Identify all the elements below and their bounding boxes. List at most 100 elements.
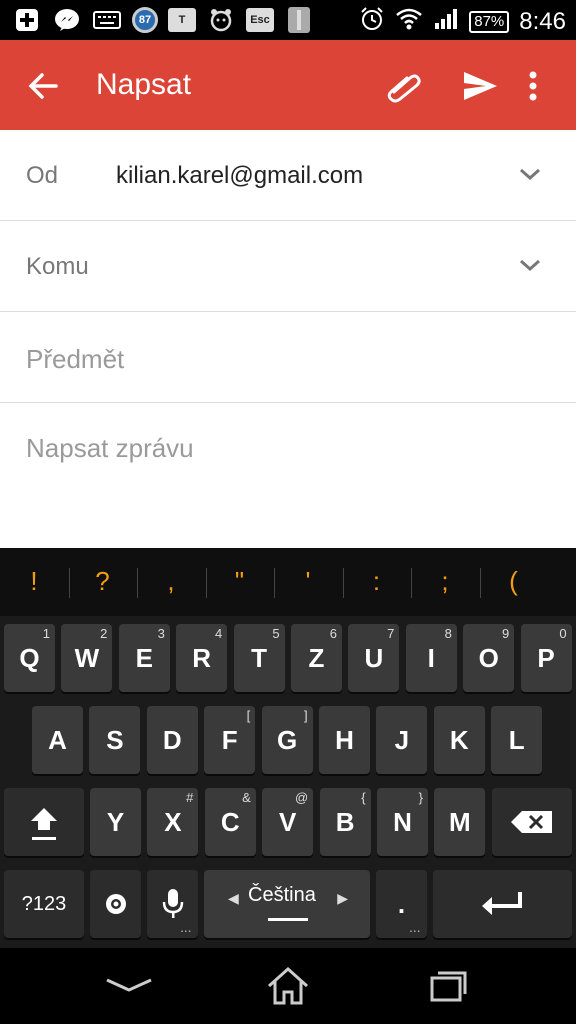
t-app-icon: T [168,8,196,32]
key-g[interactable]: G] [261,706,313,774]
key-f[interactable]: F[ [204,706,256,774]
key-e[interactable]: E3 [118,624,170,692]
key-y[interactable]: Y [90,788,141,856]
back-arrow-icon[interactable] [24,66,64,106]
home-icon[interactable] [263,966,313,1006]
key-c[interactable]: C & [204,788,256,856]
plus-icon [12,6,42,34]
suggestion-separator [68,568,70,598]
key-s[interactable]: S [89,706,141,774]
chevron-down-icon[interactable] [518,255,542,275]
backspace-key[interactable] [492,788,572,856]
suggestion-item[interactable]: , [137,566,205,597]
app-bar: Napsat [0,40,576,130]
hide-keyboard-icon[interactable] [104,966,154,1006]
key-hint: & [242,790,251,805]
suggestion-separator [274,568,275,598]
shift-key[interactable] [4,788,84,856]
signal-icon [433,7,459,36]
key-hint: 7 [387,626,395,641]
keyboard-icon [92,6,122,34]
key-w[interactable]: W2 [61,624,113,692]
key-hint: 5 [272,626,280,641]
key-p[interactable]: P0 [520,624,572,692]
more-options-icon[interactable] [518,66,548,106]
key-a[interactable]: A [32,706,83,774]
wifi-icon [395,7,423,36]
attach-icon[interactable] [384,66,424,106]
key-hint: [ [246,708,251,723]
from-value[interactable]: kilian.karel@gmail.com [116,162,363,190]
key-b[interactable]: B{ [319,788,371,856]
recent-apps-icon[interactable] [424,966,474,1006]
key-k[interactable]: K [433,706,485,774]
key-n[interactable]: N} [377,788,428,856]
key-r[interactable]: R4 [176,624,228,692]
subject-field[interactable]: Předmět [0,312,576,403]
enter-key[interactable] [433,870,572,938]
key-hint: 3 [157,626,165,641]
send-icon[interactable] [460,66,500,106]
suggestion-item[interactable]: ' [274,566,342,597]
shift-icon [31,808,57,840]
body-field[interactable]: Napsat zprávu [26,433,194,464]
settings-gear-icon [105,894,126,914]
key-d[interactable]: D [146,706,198,774]
settings-key[interactable] [90,870,141,938]
suggestion-item[interactable]: ; [411,566,479,597]
suggestion-item[interactable]: : [343,566,411,597]
app-icon [284,6,314,34]
key-z[interactable]: Z6 [291,624,342,692]
key-f-label: F [221,724,238,755]
suggestion-item[interactable]: " [206,566,274,597]
key-m-label: M [449,806,471,837]
symbols-key[interactable]: ?123 [4,870,84,938]
key-t[interactable]: T5 [233,624,285,692]
key-l[interactable]: L [491,706,543,774]
voice-input-key[interactable]: ... [147,870,198,938]
alarm-app-icon [206,6,236,34]
period-key-label: . [397,888,406,919]
from-row[interactable]: Od kilian.karel@gmail.com [0,130,576,221]
key-v[interactable]: V @ [262,788,314,856]
key-hint: } [418,790,423,805]
key-d-label: D [162,724,182,755]
key-s-label: S [106,724,124,755]
enter-icon [481,892,522,915]
language-right-arrow-icon: ▶ [337,890,348,906]
key-m[interactable]: M [434,788,486,856]
space-bar-indicator [268,918,308,921]
battery-indicator: 87% [469,10,510,33]
key-j[interactable]: J [376,706,428,774]
key-i[interactable]: I8 [405,624,457,692]
key-k-label: K [449,724,469,755]
subject-placeholder: Předmět [26,344,125,374]
language-left-arrow-icon: ◀ [228,890,239,906]
key-x[interactable]: X # [147,788,199,856]
period-key[interactable]: .... [376,870,427,938]
chevron-down-icon[interactable] [518,164,542,184]
key-hint: ] [303,708,308,723]
suggestion-item[interactable]: ! [0,566,68,597]
key-q[interactable]: Q1 [4,624,55,692]
key-x-label: X [164,806,182,837]
to-row[interactable]: Komu [0,221,576,312]
navigation-bar [0,948,576,1024]
key-q-label: Q [19,642,40,673]
space-key[interactable]: ◀ Čeština ▶ [204,870,370,938]
notification-badge: 87 [132,7,158,33]
messenger-icon [52,6,82,34]
key-hint: 6 [329,626,337,641]
key-o[interactable]: O9 [463,624,515,692]
key-j-label: J [394,724,410,755]
key-u[interactable]: U7 [348,624,400,692]
alarm-clock-icon [359,6,385,37]
suggestion-item[interactable]: ? [69,566,137,597]
key-h[interactable]: H [319,706,370,774]
from-label: Od [26,162,59,189]
key-hint: 9 [501,626,510,641]
key-n-label: N [393,806,412,837]
suggestion-item[interactable]: ( [480,566,548,597]
suggestion-separator [137,568,138,598]
suggestion-separator [411,568,412,598]
